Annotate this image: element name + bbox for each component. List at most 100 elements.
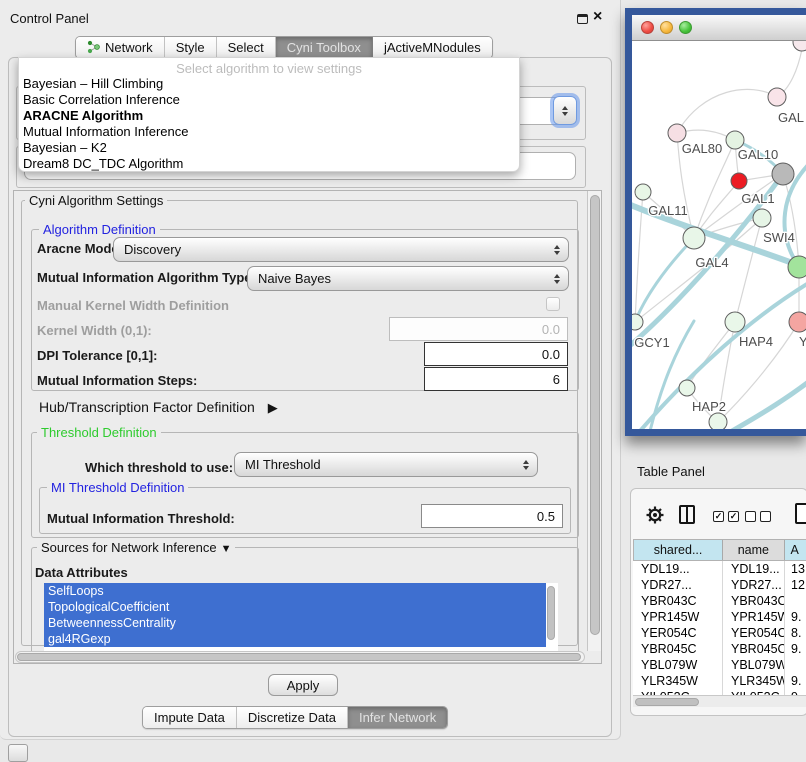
network-edge-highlighted[interactable] [732,373,806,429]
data-attributes-list[interactable]: SelfLoopsTopologicalCoefficientBetweenne… [44,583,558,651]
table-panel: ✓ ✓ shared... name A YDL19...YDL19...13Y… [630,488,806,716]
network-node-gal4[interactable] [683,227,705,249]
unchecked-box-icon [760,511,771,522]
network-node-gal-pink[interactable] [768,88,786,106]
tab-network[interactable]: Network [76,37,165,58]
unchecked-box-icon [745,511,756,522]
control-panel-window: Control Panel × Network Style Select Cyn… [0,0,621,740]
attribute-item[interactable]: TopologicalCoefficient [44,599,546,615]
tab-discretize-data[interactable]: Discretize Data [237,707,348,728]
combobox-arrow-button[interactable] [553,96,577,125]
which-threshold-combobox[interactable]: MI Threshold [234,452,538,477]
mi-threshold-label: Mutual Information Threshold: [47,511,235,526]
network-node-gal1[interactable] [731,173,747,189]
table-cell: YBR045C [723,641,785,657]
table-row[interactable]: YER054CYER054C8. [633,625,806,641]
table-cell: 8. [785,625,806,641]
screen: Control Panel × Network Style Select Cyn… [0,0,806,762]
algorithm-option[interactable]: Bayesian – K2 [19,140,519,156]
mi-threshold-input[interactable]: 0.5 [421,504,563,528]
hub-definition-expander[interactable]: Hub/Transcription Factor Definition ▶ [39,399,278,416]
combobox-value: Naive Bayes [258,271,331,286]
mi-steps-input[interactable]: 6 [424,367,568,391]
node-label-gcy1: GCY1 [634,335,669,350]
tab-cyni-toolbox[interactable]: Cyni Toolbox [276,37,373,58]
network-edge[interactable] [677,89,777,133]
tab-infer-network[interactable]: Infer Network [348,707,447,728]
deselect-all-checks-icon[interactable] [745,511,771,522]
tab-select[interactable]: Select [217,37,276,58]
node-label-hap2: HAP2 [692,399,726,414]
network-canvas[interactable]: GALGAL80GAL10GAL1GAL11GAL4SWI4GCY1HAP4YH… [632,41,806,429]
float-window-icon[interactable] [577,14,588,24]
network-node-hap4[interactable] [725,312,745,332]
attribute-item[interactable]: SelfLoops [44,583,546,599]
table-horizontal-scrollbar[interactable] [633,695,806,707]
window-titlebar[interactable] [632,15,806,41]
table-row[interactable]: YBR045CYBR045C9. [633,641,806,657]
file-icon[interactable] [795,503,806,524]
kernel-width-label: Kernel Width (0,1): [37,323,152,338]
table-row[interactable]: YBL079WYBL079W [633,657,806,673]
table-row[interactable]: YPR145WYPR145W9. [633,609,806,625]
column-header-partial[interactable]: A [785,540,806,560]
table-row[interactable]: YDL19...YDL19...13 [633,561,806,577]
column-header-shared-name[interactable]: shared... [634,540,723,560]
network-node-bottom-node[interactable] [709,413,727,429]
minimized-panel-icon[interactable] [8,744,28,762]
network-node-gal80[interactable] [668,124,686,142]
zoom-traffic-light[interactable] [679,21,692,34]
scrollbar-thumb[interactable] [635,698,699,706]
table-cell: 12 [785,577,806,593]
dpi-tolerance-input[interactable]: 0.0 [424,342,568,366]
network-node-salmon-node[interactable] [789,312,806,332]
sources-collapse-header[interactable]: Sources for Network Inference▼ [37,540,235,555]
columns-icon[interactable] [679,505,695,524]
close-traffic-light[interactable] [641,21,654,34]
column-header-name[interactable]: name [723,540,784,560]
minimize-traffic-light[interactable] [660,21,673,34]
kernel-width-input[interactable]: 0.0 [389,317,568,341]
network-node-swi4[interactable] [753,209,771,227]
algorithm-option[interactable]: ARACNE Algorithm [19,108,519,124]
network-node-green-big[interactable] [788,256,806,278]
attribute-item[interactable]: BetweennessCentrality [44,615,546,631]
network-node-gray-node[interactable] [772,163,794,185]
algorithm-option[interactable]: Basic Correlation Inference [19,92,519,108]
select-all-checks-icon[interactable]: ✓ ✓ [713,511,739,522]
mi-algorithm-type-combobox[interactable]: Naive Bayes [247,266,569,291]
network-edge-highlighted[interactable] [635,238,694,322]
tab-label: Impute Data [154,710,225,725]
attribute-item[interactable]: gal4RGexp [44,631,546,647]
aracne-mode-combobox[interactable]: Discovery [113,237,569,262]
table-row[interactable]: YDR27...YDR27...12 [633,577,806,593]
tab-impute-data[interactable]: Impute Data [143,707,237,728]
tab-jactivemnodules[interactable]: jActiveMNodules [373,37,492,58]
network-node-gal11[interactable] [635,184,651,200]
network-node-gcy1[interactable] [632,314,643,330]
list-scrollbar-thumb[interactable] [547,586,555,640]
algorithm-option[interactable]: Mutual Information Inference [19,124,519,140]
vertical-scrollbar[interactable] [587,191,601,651]
network-node-hap2[interactable] [679,380,695,396]
table-cell: YLR345W [633,673,723,689]
scrollbar-thumb[interactable] [590,195,600,635]
table-cell: YBR043C [633,593,723,609]
network-node-partial-top[interactable] [793,41,806,51]
table-cell [785,657,806,673]
tab-label: jActiveMNodules [384,40,481,55]
gear-icon[interactable] [645,505,665,530]
scrollbar-thumb[interactable] [17,653,581,661]
network-icon [87,39,100,57]
tab-style[interactable]: Style [165,37,217,58]
table-row[interactable]: YBR043CYBR043C [633,593,806,609]
table-row[interactable]: YLR345WYLR345W9. [633,673,806,689]
apply-button[interactable]: Apply [268,674,338,696]
close-icon[interactable]: × [593,8,602,26]
algorithm-option[interactable]: Bayesian – Hill Climbing [19,76,519,92]
network-view-window: GALGAL80GAL10GAL1GAL11GAL4SWI4GCY1HAP4YH… [625,8,806,436]
algorithm-option[interactable]: Dream8 DC_TDC Algorithm [19,156,519,172]
table-cell: YBR043C [723,593,785,609]
manual-kernel-width-checkbox[interactable] [546,297,560,311]
horizontal-scrollbar[interactable] [15,651,585,663]
